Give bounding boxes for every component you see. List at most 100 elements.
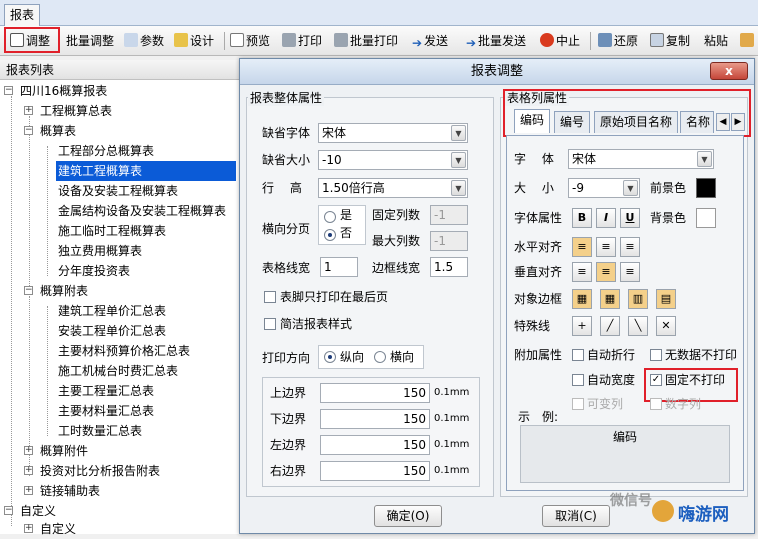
landscape-radio[interactable] bbox=[374, 351, 386, 363]
bg-color-swatch[interactable] bbox=[696, 208, 716, 228]
simple-style-checkbox[interactable] bbox=[264, 318, 276, 330]
tree-node-estimate[interactable]: − 概算表 bbox=[20, 121, 76, 141]
line-cross-icon[interactable]: + bbox=[572, 316, 592, 336]
margin-top-input[interactable]: 150 bbox=[320, 383, 430, 403]
grid-width-input[interactable]: 1 bbox=[320, 257, 358, 277]
batch-send-button[interactable]: ➔ 批量发送 bbox=[466, 30, 526, 52]
expand-icon[interactable]: + bbox=[24, 446, 33, 455]
bold-button[interactable]: B bbox=[572, 208, 592, 228]
tree-leaf[interactable]: 金属结构设备及安装工程概算表 bbox=[58, 201, 226, 221]
report-tab[interactable]: 报表 bbox=[4, 4, 40, 26]
tree-leaf[interactable]: 主要工程量汇总表 bbox=[58, 381, 154, 401]
paging-no-radio[interactable] bbox=[324, 229, 336, 241]
align-center-icon[interactable]: ≡ bbox=[596, 237, 616, 257]
tree-node-custom[interactable]: − 自定义 bbox=[2, 501, 56, 521]
portrait-radio[interactable] bbox=[324, 351, 336, 363]
max-cols-input[interactable]: -1 bbox=[430, 231, 468, 251]
valign-bottom-icon[interactable]: ≡ bbox=[620, 262, 640, 282]
numeric-col-checkbox[interactable] bbox=[650, 398, 662, 410]
tree-node-label: 投资对比分析报告附表 bbox=[40, 464, 161, 478]
footer-last-page-checkbox[interactable] bbox=[264, 291, 276, 303]
tree-node-appendix[interactable]: − 概算附表 bbox=[20, 281, 88, 301]
tree-leaf[interactable]: 施工机械台时费汇总表 bbox=[58, 361, 178, 381]
batch-adjust-button[interactable]: 批量调整 bbox=[66, 30, 114, 52]
chevron-down-icon[interactable]: ▼ bbox=[451, 152, 466, 168]
fixed-cols-input[interactable]: -1 bbox=[430, 205, 468, 225]
close-button[interactable]: x bbox=[710, 62, 748, 80]
collapse-icon[interactable]: − bbox=[24, 126, 33, 135]
collapse-icon[interactable]: − bbox=[4, 506, 13, 515]
toolbar-more-icon[interactable] bbox=[740, 30, 756, 52]
underline-button[interactable]: U bbox=[620, 208, 640, 228]
expand-icon[interactable]: + bbox=[24, 106, 33, 115]
col-size-select[interactable]: -9 ▼ bbox=[568, 178, 640, 198]
border-inner-icon[interactable]: ▦ bbox=[600, 289, 620, 309]
auto-wrap-checkbox[interactable] bbox=[572, 349, 584, 361]
italic-button[interactable]: I bbox=[596, 208, 616, 228]
stop-button[interactable]: 中止 bbox=[540, 30, 580, 52]
collapse-icon[interactable]: − bbox=[24, 286, 33, 295]
arrow-right-icon: ➔ bbox=[412, 36, 423, 50]
margin-right-input[interactable]: 150 bbox=[320, 461, 430, 481]
tree-leaf[interactable]: 工时数量汇总表 bbox=[58, 421, 142, 441]
copy-button[interactable]: 复制 bbox=[650, 30, 690, 52]
border-outer-icon[interactable]: ▥ bbox=[628, 289, 648, 309]
chevron-down-icon[interactable]: ▼ bbox=[451, 125, 466, 141]
print-button[interactable]: 打印 bbox=[282, 30, 322, 52]
cancel-button[interactable]: 取消(C) bbox=[542, 505, 610, 527]
tree-node-analysis[interactable]: + 投资对比分析报告附表 bbox=[20, 461, 160, 481]
border-all-icon[interactable]: ▦ bbox=[572, 289, 592, 309]
tree-leaf[interactable]: 工程部分总概算表 bbox=[58, 141, 154, 161]
expand-icon[interactable]: + bbox=[24, 524, 33, 533]
batch-print-button[interactable]: 批量打印 bbox=[334, 30, 398, 52]
tree-node-custom-child[interactable]: + 自定义 bbox=[20, 519, 76, 539]
tree-leaf-selected[interactable]: 建筑工程概算表 bbox=[56, 161, 236, 181]
tree-leaf[interactable]: 独立费用概算表 bbox=[58, 241, 142, 261]
chevron-down-icon[interactable]: ▼ bbox=[623, 180, 638, 196]
restore-button[interactable]: 还原 bbox=[598, 30, 638, 52]
margin-left-input[interactable]: 150 bbox=[320, 435, 430, 455]
tree-leaf[interactable]: 主要材料量汇总表 bbox=[58, 401, 154, 421]
border-side-icon[interactable]: ▤ bbox=[656, 289, 676, 309]
col-font-label: 字 体 bbox=[514, 152, 554, 166]
preview-button[interactable]: 预览 bbox=[230, 30, 270, 52]
tree-node-summary[interactable]: + 工程概算总表 bbox=[20, 101, 112, 121]
send-button[interactable]: ➔ 发送 bbox=[412, 30, 448, 52]
line-height-select[interactable]: 1.50倍行高 ▼ bbox=[318, 178, 468, 198]
align-left-icon[interactable]: ≡ bbox=[572, 237, 592, 257]
tree-leaf[interactable]: 安装工程单价汇总表 bbox=[58, 321, 166, 341]
tree-leaf[interactable]: 建筑工程单价汇总表 bbox=[58, 301, 166, 321]
col-font-select[interactable]: 宋体 ▼ bbox=[568, 149, 714, 169]
tree-leaf[interactable]: 施工临时工程概算表 bbox=[58, 221, 166, 241]
ok-button[interactable]: 确定(O) bbox=[374, 505, 442, 527]
tree-node-attachments[interactable]: + 概算附件 bbox=[20, 441, 88, 461]
default-size-select[interactable]: -10 ▼ bbox=[318, 150, 468, 170]
valign-top-icon[interactable]: ≡ bbox=[572, 262, 592, 282]
chevron-down-icon[interactable]: ▼ bbox=[451, 180, 466, 196]
line-backslash-icon[interactable]: ╲ bbox=[628, 316, 648, 336]
tree-node-root[interactable]: − 四川16概算报表 bbox=[2, 81, 107, 101]
fg-color-swatch[interactable] bbox=[696, 178, 716, 198]
default-font-select[interactable]: 宋体 ▼ bbox=[318, 123, 468, 143]
design-button[interactable]: 设计 bbox=[174, 30, 214, 52]
tree-node-links[interactable]: + 链接辅助表 bbox=[20, 481, 100, 501]
no-data-no-print-checkbox[interactable] bbox=[650, 349, 662, 361]
margin-bottom-input[interactable]: 150 bbox=[320, 409, 430, 429]
valign-middle-icon[interactable]: ≡ bbox=[596, 262, 616, 282]
line-slash-icon[interactable]: ╱ bbox=[600, 316, 620, 336]
align-right-icon[interactable]: ≡ bbox=[620, 237, 640, 257]
line-x-icon[interactable]: ✕ bbox=[656, 316, 676, 336]
expand-icon[interactable]: + bbox=[24, 486, 33, 495]
tree-leaf[interactable]: 主要材料预算价格汇总表 bbox=[58, 341, 190, 361]
chevron-down-icon[interactable]: ▼ bbox=[697, 151, 712, 167]
tree-leaf[interactable]: 设备及安装工程概算表 bbox=[58, 181, 178, 201]
variable-col-checkbox[interactable] bbox=[572, 398, 584, 410]
tree-leaf[interactable]: 分年度投资表 bbox=[58, 261, 130, 281]
params-button[interactable]: 参数 bbox=[124, 30, 164, 52]
expand-icon[interactable]: + bbox=[24, 466, 33, 475]
collapse-icon[interactable]: − bbox=[4, 86, 13, 95]
border-width-input[interactable]: 1.5 bbox=[430, 257, 468, 277]
paste-button[interactable]: 粘贴 bbox=[704, 30, 728, 52]
paging-yes-radio[interactable] bbox=[324, 211, 336, 223]
auto-width-checkbox[interactable] bbox=[572, 374, 584, 386]
